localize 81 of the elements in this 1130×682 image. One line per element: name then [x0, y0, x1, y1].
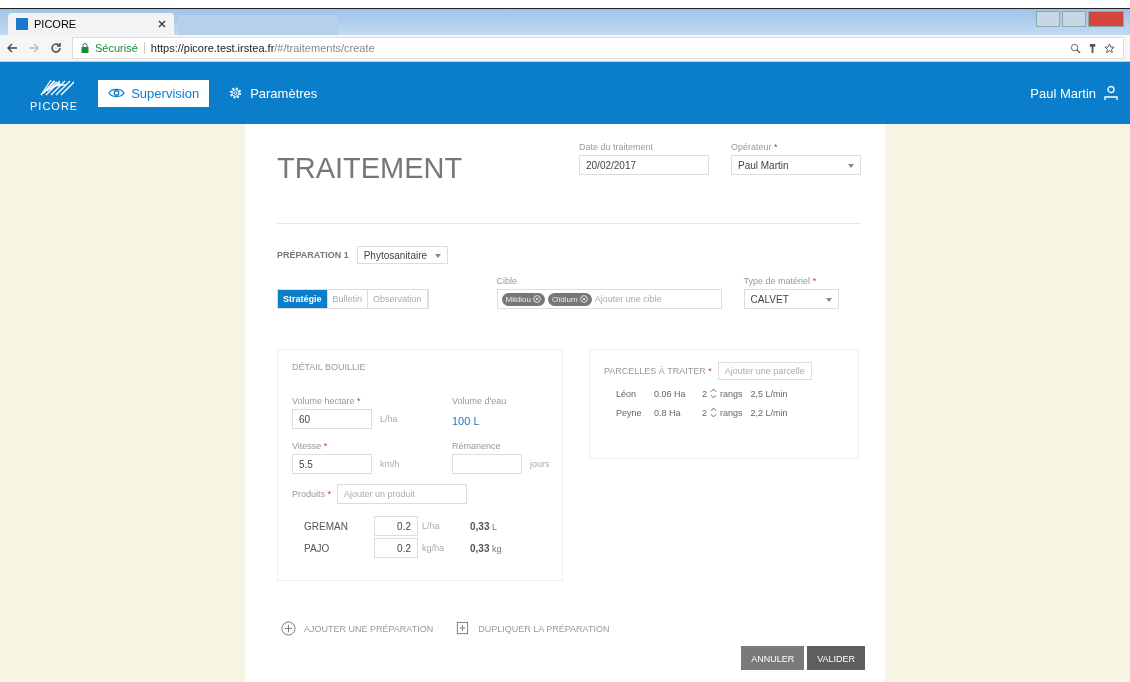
parcel-area: 0.06 Ha: [654, 388, 702, 399]
favicon-icon: [16, 18, 28, 30]
product-name: PAJO: [304, 542, 331, 554]
copy-icon: [455, 621, 471, 636]
panel-title: DÉTAIL BOUILLIE: [292, 362, 367, 372]
unit-label: L/ha: [422, 521, 441, 531]
tab[interactable]: Stratégie: [278, 290, 328, 308]
logo-text: PICORE: [30, 100, 79, 112]
type-select[interactable]: Phytosanitaire: [356, 246, 449, 264]
unit-label: jours: [530, 459, 550, 469]
reload-icon[interactable]: [50, 42, 62, 54]
product-field[interactable]: Ajouter un produit: [337, 484, 468, 504]
remove-icon[interactable]: [579, 295, 588, 303]
target-tag[interactable]: Mildiou: [501, 292, 545, 306]
field-label: Rémanence: [452, 441, 502, 451]
flow-rate: 2,2 L/min: [750, 407, 788, 418]
target-tag[interactable]: Oïdium: [547, 292, 592, 306]
key-icon[interactable]: [1087, 42, 1098, 54]
parcel-name: Léon: [616, 388, 638, 399]
close-button[interactable]: [1088, 11, 1124, 27]
secure-label: Sécurisé: [95, 42, 138, 54]
star-icon[interactable]: [1104, 42, 1115, 54]
url-text: https://picore.test.irstea.fr/#/traitements/create: [150, 42, 375, 54]
rows-label: rangs: [720, 388, 743, 399]
back-icon[interactable]: [6, 42, 18, 54]
field-label: Volume d'eau: [452, 396, 508, 406]
unit-label: L/ha: [380, 414, 398, 424]
speed-field[interactable]: 5.5: [292, 454, 372, 474]
water-volume-value: 100 L: [452, 415, 481, 427]
form-button[interactable]: ANNULER: [741, 646, 805, 670]
nav-tab[interactable]: Supervision: [98, 79, 210, 107]
dose-field[interactable]: 0.2: [374, 516, 418, 536]
form-button[interactable]: VALIDER: [807, 646, 865, 670]
rows-label: rangs: [720, 407, 743, 418]
field-label: Opérateur *: [731, 142, 779, 152]
parcel-field[interactable]: Ajouter une parcelle: [717, 362, 812, 380]
field-label: Produits *: [292, 489, 332, 499]
lock-icon: [81, 43, 89, 53]
eye-icon: [108, 86, 126, 100]
unit-label: kg/ha: [422, 543, 446, 553]
product-total: 0,33 kg: [470, 542, 502, 554]
volume-field[interactable]: 60: [292, 409, 372, 429]
field-label: Type de matériel *: [743, 276, 818, 286]
section-label: PRÉPARATION 1: [277, 250, 349, 260]
row-count: 2: [702, 407, 707, 418]
action-link[interactable]: DUPLIQUER LA PRÉPARATION: [455, 621, 610, 636]
date-field[interactable]: 20/02/2017: [579, 155, 709, 175]
operator-select[interactable]: Paul Martin: [731, 155, 861, 175]
field-label: Date du traitement: [579, 142, 655, 152]
user-icon[interactable]: [1104, 85, 1118, 101]
plus-icon: [281, 621, 296, 636]
flow-rate: 2,5 L/min: [750, 388, 788, 399]
panel-title: PARCELLES À TRAITER *: [604, 366, 712, 376]
address-bar[interactable]: Sécurisé https://picore.test.irstea.fr/#/traitements/create: [72, 37, 1124, 59]
zoom-icon[interactable]: [1070, 42, 1081, 54]
product-name: GREMAN: [304, 520, 349, 532]
unit-label: km/h: [380, 459, 400, 469]
field-label: Cible: [496, 276, 519, 286]
forward-icon[interactable]: [28, 42, 40, 54]
field-label: Vitesse *: [292, 441, 329, 451]
minimize-button[interactable]: [1036, 11, 1060, 27]
maximize-button[interactable]: [1062, 11, 1086, 27]
close-icon[interactable]: [158, 20, 166, 28]
action-link[interactable]: AJOUTER UNE PRÉPARATION: [281, 621, 434, 636]
row-count: 2: [702, 388, 707, 399]
equipment-select[interactable]: CALVET: [743, 289, 839, 309]
nav-tab[interactable]: Paramètres: [217, 79, 328, 107]
field-label: Volume hectare *: [292, 396, 362, 406]
dose-field[interactable]: 0.2: [374, 538, 418, 558]
parcel-area: 0.8 Ha: [654, 407, 702, 418]
remanence-field[interactable]: [452, 454, 522, 474]
browser-tab[interactable]: PICORE: [8, 13, 174, 35]
user-name[interactable]: Paul Martin: [1030, 85, 1096, 101]
product-total: 0,33 L: [470, 520, 497, 532]
stepper-icon[interactable]: [710, 407, 717, 418]
remove-icon[interactable]: [532, 295, 541, 303]
target-field[interactable]: Mildiou Oïdium Ajouter une cible: [496, 289, 722, 309]
parcel-name: Peyne: [616, 407, 643, 418]
placeholder-text: Ajouter une cible: [594, 294, 662, 304]
page-title: TRAITEMENT: [277, 152, 464, 185]
stepper-icon[interactable]: [710, 388, 717, 399]
